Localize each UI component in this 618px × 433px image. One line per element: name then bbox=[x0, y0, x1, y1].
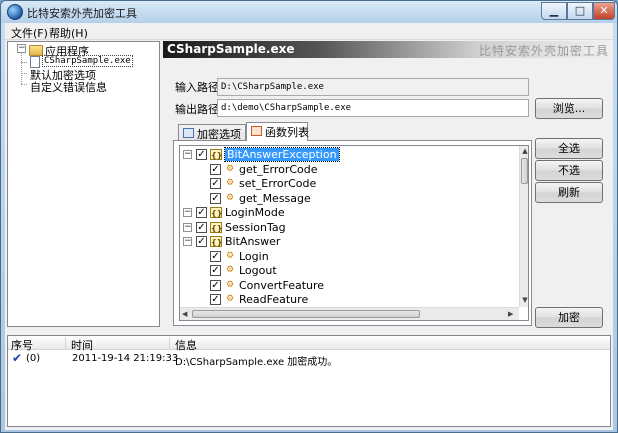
client-area: − 应用程序 CSharpSample.exe 默认加密选项 自定义错误信息 C… bbox=[5, 40, 613, 430]
method-icon: ⚙ bbox=[225, 294, 235, 304]
select-all-button[interactable]: 全选 bbox=[535, 138, 603, 159]
function-label: set_ErrorCode bbox=[239, 177, 317, 190]
log-header: 序号 时间 信息 bbox=[8, 336, 610, 352]
menu-file[interactable]: 文件(F) bbox=[11, 25, 48, 41]
function-label: ReadFeature bbox=[239, 293, 309, 306]
function-checkbox[interactable]: ✓ bbox=[210, 192, 221, 204]
class-icon: {} bbox=[210, 236, 223, 247]
class-icon: {} bbox=[210, 207, 223, 218]
horizontal-scroll-thumb[interactable] bbox=[192, 310, 420, 318]
scroll-down-icon[interactable]: ▼ bbox=[521, 296, 528, 304]
input-path-field[interactable]: D:\CSharpSample.exe bbox=[217, 78, 529, 96]
vertical-scroll-thumb[interactable] bbox=[521, 158, 528, 184]
scroll-right-icon[interactable]: ▶ bbox=[508, 310, 513, 318]
output-path-field[interactable]: d:\demo\CSharpSample.exe bbox=[217, 99, 529, 117]
function-checkbox[interactable]: ✓ bbox=[196, 149, 207, 160]
function-checkbox[interactable]: ✓ bbox=[210, 163, 221, 175]
log-row[interactable]: ✔ (0) 2011-19-14 21:19:33 D:\CSharpSampl… bbox=[8, 351, 610, 368]
function-checkbox[interactable]: ✓ bbox=[196, 207, 207, 218]
method-icon: ⚙ bbox=[225, 279, 235, 290]
function-label: LoginMode bbox=[225, 206, 285, 219]
method-icon: ⚙ bbox=[225, 178, 235, 188]
scroll-up-icon[interactable]: ▲ bbox=[521, 147, 528, 155]
scroll-left-icon[interactable]: ◀ bbox=[182, 310, 187, 318]
class-icon: {} bbox=[210, 149, 223, 160]
function-checkbox[interactable]: ✓ bbox=[210, 294, 221, 305]
project-tree[interactable]: − 应用程序 CSharpSample.exe 默认加密选项 自定义错误信息 bbox=[7, 41, 160, 327]
method-icon: ⚙ bbox=[225, 192, 235, 203]
function-label: BitAnswer bbox=[225, 235, 281, 248]
header-bar: CSharpSample.exe 比特安索外壳加密工具 bbox=[163, 41, 611, 58]
log-index: (0) bbox=[26, 353, 41, 364]
method-icon: ⚙ bbox=[225, 250, 235, 261]
function-label: ConvertFeature bbox=[239, 278, 325, 292]
collapse-toggle-icon[interactable]: − bbox=[183, 208, 192, 217]
window-title: 比特安索外壳加密工具 bbox=[27, 7, 137, 20]
function-checkbox[interactable]: ✓ bbox=[196, 221, 207, 233]
function-checkbox[interactable]: ✓ bbox=[210, 265, 221, 276]
tree-item-csharpsample[interactable]: CSharpSample.exe bbox=[42, 55, 133, 67]
collapse-toggle-icon[interactable]: − bbox=[183, 150, 192, 159]
class-icon: {} bbox=[210, 221, 223, 233]
method-icon: ⚙ bbox=[225, 265, 235, 275]
function-label: get_Message bbox=[239, 191, 311, 205]
function-checkbox[interactable]: ✓ bbox=[210, 250, 221, 262]
input-path-label: 输入路径 bbox=[175, 81, 219, 94]
method-icon: ⚙ bbox=[225, 163, 235, 174]
maximize-button[interactable]: □ bbox=[567, 2, 593, 20]
log-list[interactable]: 序号 时间 信息 ✔ (0) 2011-19-14 21:19:33 D:\CS… bbox=[7, 335, 611, 427]
function-list-icon bbox=[251, 126, 262, 136]
select-none-button[interactable]: 不选 bbox=[535, 160, 603, 181]
menu-help[interactable]: 帮助(H) bbox=[49, 25, 88, 41]
function-label: Login bbox=[239, 249, 269, 263]
collapse-toggle-icon[interactable]: − bbox=[183, 222, 192, 232]
output-path-label: 输出路径 bbox=[175, 103, 219, 116]
menu-bar: 文件(F) 帮助(H) bbox=[5, 23, 613, 40]
function-checkbox[interactable]: ✓ bbox=[210, 178, 221, 189]
browse-button[interactable]: 浏览... bbox=[535, 98, 603, 119]
page-title: CSharpSample.exe bbox=[167, 42, 295, 56]
function-label: get_ErrorCode bbox=[239, 162, 318, 176]
column-index[interactable]: 序号 bbox=[8, 337, 66, 352]
function-label: BitAnswerException bbox=[224, 147, 340, 162]
close-button[interactable]: ✕ bbox=[593, 2, 615, 20]
expand-toggle-icon[interactable]: − bbox=[17, 44, 26, 53]
function-label: SessionTag bbox=[225, 220, 286, 234]
horizontal-scrollbar[interactable]: ◀ ▶ bbox=[180, 307, 519, 320]
column-message[interactable]: 信息 bbox=[172, 337, 610, 352]
collapse-toggle-icon[interactable]: − bbox=[183, 237, 192, 246]
vertical-scrollbar[interactable]: ▲ ▼ bbox=[519, 146, 528, 307]
title-bar: 比特安索外壳加密工具 ▁ □ ✕ bbox=[1, 1, 617, 23]
brand-watermark: 比特安索外壳加密工具 bbox=[478, 44, 609, 58]
options-icon bbox=[183, 128, 194, 138]
function-list-panel: − ✓{} BitAnswerException ✓ ⚙ get_ErrorCode ✓ ⚙ s… bbox=[173, 140, 532, 326]
function-label: Logout bbox=[239, 264, 277, 277]
log-time: 2011-19-14 21:19:33 bbox=[72, 353, 179, 364]
folder-icon bbox=[29, 45, 43, 56]
function-tree[interactable]: − ✓{} BitAnswerException ✓ ⚙ get_ErrorCode ✓ ⚙ s… bbox=[179, 145, 529, 321]
app-logo-icon bbox=[7, 4, 23, 20]
function-checkbox[interactable]: ✓ bbox=[210, 279, 221, 291]
log-message: D:\CSharpSample.exe 加密成功。 bbox=[175, 357, 338, 368]
column-time[interactable]: 时间 bbox=[68, 337, 170, 352]
tab-function-list[interactable]: 函数列表 bbox=[246, 122, 309, 141]
function-checkbox[interactable]: ✓ bbox=[196, 236, 207, 247]
minimize-button[interactable]: ▁ bbox=[541, 2, 567, 20]
app-window: 比特安索外壳加密工具 ▁ □ ✕ 文件(F) 帮助(H) − 应用程序 CSha… bbox=[0, 0, 618, 433]
refresh-button[interactable]: 刷新 bbox=[535, 182, 603, 203]
tab-encrypt-options[interactable]: 加密选项 bbox=[178, 124, 246, 141]
tree-item-custom-errors[interactable]: 自定义错误信息 bbox=[30, 79, 107, 95]
encrypt-button[interactable]: 加密 bbox=[535, 307, 603, 328]
success-check-icon: ✔ bbox=[12, 351, 23, 365]
detail-panel: CSharpSample.exe 比特安索外壳加密工具 输入路径 D:\CSha… bbox=[163, 41, 611, 328]
